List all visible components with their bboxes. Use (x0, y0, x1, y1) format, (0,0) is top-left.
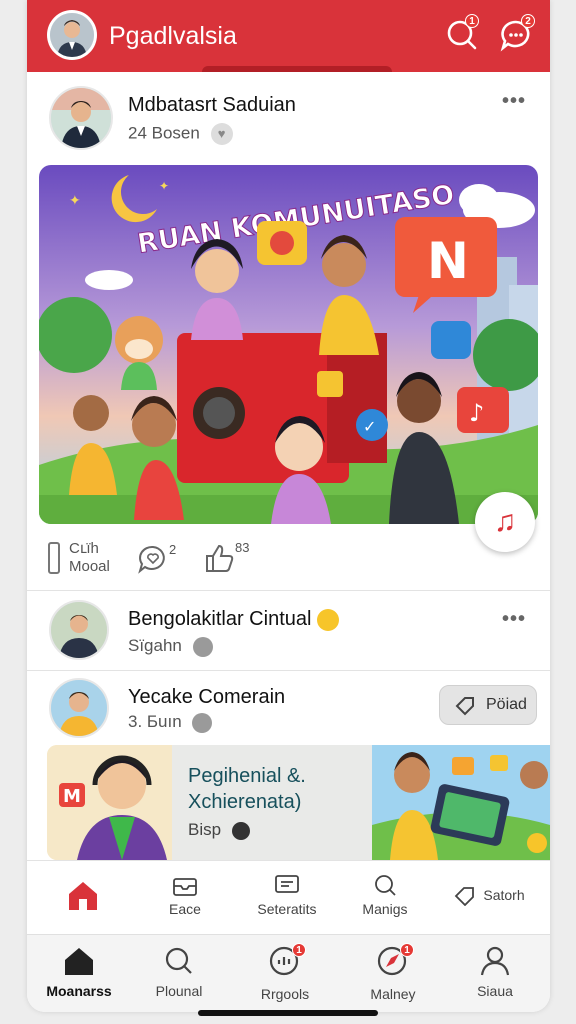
divider (27, 590, 550, 591)
promo-subtitle: Bisp (188, 820, 250, 840)
nav-siaua[interactable]: Siaua (445, 945, 545, 999)
notif-badge: 1 (465, 14, 479, 28)
nav-home[interactable]: Moanarss (29, 945, 129, 999)
home-icon (65, 948, 93, 975)
nav-label: Rrgools (260, 986, 310, 1002)
globe-icon (192, 712, 213, 733)
post-time: 24 Bosen (128, 123, 200, 143)
tag-icon (455, 697, 474, 716)
author-name[interactable]: Mdbatasrt Saduian (128, 94, 296, 117)
subnav-satorh[interactable]: Satorh (447, 861, 531, 929)
promo-image-left: M (47, 745, 172, 860)
bottom-nav: Moanarss Plounal 1 Rrgools 1 Malney Siau… (27, 934, 550, 1012)
secondary-nav: Eace Seteratits Manigs Satorh (27, 860, 550, 928)
svg-text:✓: ✓ (363, 417, 376, 436)
more-options-icon[interactable]: ••• (502, 90, 526, 113)
subnav-label: Eace (169, 901, 201, 917)
home-icon (69, 882, 97, 910)
post-time: Sïgahn (128, 636, 182, 655)
profile-icon (480, 946, 510, 976)
post-header[interactable]: Bengolakitlar Cintual Sïgahn ••• (27, 598, 550, 668)
notifications-button[interactable]: 1 (445, 14, 479, 52)
hero-letter: N (427, 232, 469, 290)
post-meta: 24 Bosen ♥ (128, 123, 233, 145)
promo-badge: M (63, 786, 81, 807)
nav-badge: 1 (400, 943, 414, 957)
author-avatar[interactable] (49, 678, 109, 738)
svg-text:✦: ✦ (69, 193, 81, 209)
author-name[interactable]: Yecake Comerain (128, 686, 285, 709)
subnav-eace[interactable]: Eace (155, 861, 215, 929)
subnav-seteratits[interactable]: Seteratits (249, 861, 325, 929)
more-options-icon[interactable]: ••• (502, 608, 526, 631)
search-icon (375, 875, 396, 896)
top-bar: Pgadlvalsia 1 2 (27, 0, 550, 72)
divider (27, 670, 550, 671)
nav-label: Moanarss (46, 983, 112, 999)
subnav-label: Satorh (483, 887, 525, 903)
author-avatar[interactable] (49, 86, 113, 150)
app-title: Pgadlvalsia (109, 22, 237, 50)
nav-label: Malney (370, 986, 416, 1002)
nav-rrgools[interactable]: 1 Rrgools (235, 943, 335, 1002)
share-label-1: Cւïh (69, 540, 99, 557)
comment-count: 2 (169, 542, 177, 557)
comment-heart-icon (138, 545, 165, 574)
follow-button[interactable]: Pöiad (439, 685, 537, 725)
nav-plounal[interactable]: Plounal (129, 945, 229, 999)
like-action[interactable]: 83 (203, 540, 249, 574)
promo-title: Pegihenial &. Xchierenata) (188, 765, 306, 813)
chat-badge: 2 (521, 14, 535, 28)
svg-text:♪: ♪ (469, 399, 484, 427)
screen-icon (275, 875, 299, 893)
like-count: 83 (235, 540, 250, 555)
post-illustration[interactable]: ✦ ✦ RUAN KOMUNUITASO N ♪ ✓ (39, 165, 538, 524)
post-meta: 3. Бuın (128, 712, 213, 733)
nav-badge: 1 (292, 943, 306, 957)
ball-icon (231, 821, 250, 840)
emoji-icon (317, 608, 339, 631)
profile-avatar[interactable] (47, 10, 97, 60)
promo-image-right (372, 745, 550, 860)
nav-label: Plounal (155, 983, 203, 999)
share-label-2: Mooal (69, 558, 110, 575)
follow-label: Pöiad (486, 696, 527, 713)
home-indicator[interactable] (198, 1010, 378, 1016)
heart-small-icon: ♥ (210, 123, 233, 145)
subnav-home[interactable] (55, 861, 111, 929)
share-action[interactable]: Cւïh Mooal (47, 540, 110, 576)
subnav-label: Seteratits (257, 901, 317, 917)
svg-text:✦: ✦ (159, 179, 169, 193)
author-name[interactable]: Bengolakitlar Cintual (128, 608, 339, 631)
comment-action[interactable]: 2 (137, 542, 176, 574)
inbox-icon (173, 878, 197, 896)
thumbs-up-icon (206, 544, 234, 572)
author-avatar[interactable] (49, 600, 109, 660)
search-icon (165, 947, 192, 974)
promo-text: Pegihenial &. Xchierenata) Bisp (172, 745, 372, 860)
messages-button[interactable]: 2 (499, 14, 535, 52)
nav-label: Siaua (477, 983, 513, 999)
post-meta: Sïgahn (128, 636, 213, 657)
post-header[interactable]: Mdbatasrt Saduian 24 Bosen ♥ ••• (27, 82, 550, 152)
post-actions: Cւïh Mooal 2 83 (27, 534, 550, 584)
subnav-label: Manigs (362, 901, 408, 917)
tab-indicator (202, 66, 392, 72)
tag-icon (455, 887, 475, 906)
promo-card[interactable]: M Pegihenial &. Xchierenata) Bisp (47, 745, 550, 860)
nav-malney[interactable]: 1 Malney (343, 943, 443, 1002)
subnav-manigs[interactable]: Manigs (355, 861, 415, 929)
globe-icon (192, 636, 213, 657)
post-time: 3. Бuın (128, 712, 182, 731)
bookmark-icon (48, 542, 60, 574)
app-screen: Pgadlvalsia 1 2 Mdbatasrt Saduian 24 Bos… (27, 0, 550, 1012)
